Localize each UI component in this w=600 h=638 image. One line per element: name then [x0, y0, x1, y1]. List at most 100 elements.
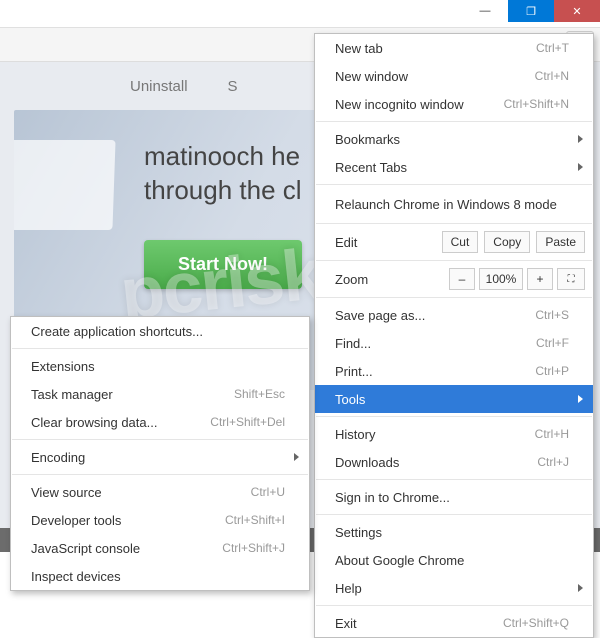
shortcut: Ctrl+S: [535, 308, 569, 322]
menu-exit[interactable]: Exit Ctrl+Shift+Q: [315, 609, 593, 637]
menu-save-page[interactable]: Save page as... Ctrl+S: [315, 301, 593, 329]
shortcut: Ctrl+Shift+Del: [210, 415, 285, 429]
menu-separator: [316, 605, 592, 606]
shortcut: Ctrl+N: [535, 69, 569, 83]
menu-find[interactable]: Find... Ctrl+F: [315, 329, 593, 357]
label: Bookmarks: [335, 132, 400, 147]
label: Help: [335, 581, 362, 596]
label: Task manager: [31, 387, 113, 402]
label: Tools: [335, 392, 365, 407]
menu-separator: [316, 260, 592, 261]
menu-print[interactable]: Print... Ctrl+P: [315, 357, 593, 385]
label: Exit: [335, 616, 357, 631]
shortcut: Ctrl+Shift+I: [225, 513, 285, 527]
edit-paste-button[interactable]: Paste: [536, 231, 585, 253]
nav-item[interactable]: S: [228, 78, 238, 95]
menu-tools[interactable]: Tools: [315, 385, 593, 413]
zoom-out-button[interactable]: –: [449, 268, 475, 290]
menu-downloads[interactable]: Downloads Ctrl+J: [315, 448, 593, 476]
nav-uninstall[interactable]: Uninstall: [130, 78, 188, 95]
menu-history[interactable]: History Ctrl+H: [315, 420, 593, 448]
shortcut: Ctrl+Shift+Q: [503, 616, 569, 630]
chevron-right-icon: [578, 135, 583, 143]
menu-bookmarks[interactable]: Bookmarks: [315, 125, 593, 153]
menu-recent-tabs[interactable]: Recent Tabs: [315, 153, 593, 181]
chrome-main-menu: New tabCtrl+T New window Ctrl+N New incog…: [314, 33, 594, 638]
label: Encoding: [31, 450, 85, 465]
chevron-right-icon: [578, 395, 583, 403]
label: Clear browsing data...: [31, 415, 157, 430]
submenu-inspect-devices[interactable]: Inspect devices: [11, 562, 309, 590]
menu-separator: [316, 297, 592, 298]
hero-line2: through the cl: [144, 174, 302, 208]
shortcut: Ctrl+Shift+J: [222, 541, 285, 555]
label: Zoom: [335, 272, 445, 287]
menu-edit-row: Edit Cut Copy Paste: [315, 227, 593, 257]
window-titlebar: — ❐ ✕: [0, 0, 600, 28]
label: Create application shortcuts...: [31, 324, 203, 339]
shortcut: Ctrl+F: [536, 336, 569, 350]
menu-separator: [12, 474, 308, 475]
label: History: [335, 427, 375, 442]
menu-incognito[interactable]: New incognito window Ctrl+Shift+N: [315, 90, 593, 118]
label: Edit: [335, 235, 436, 250]
label: Sign in to Chrome...: [335, 490, 450, 505]
edit-copy-button[interactable]: Copy: [484, 231, 530, 253]
menu-about[interactable]: About Google Chrome: [315, 546, 593, 574]
label: Recent Tabs: [335, 160, 407, 175]
label: Print...: [335, 364, 373, 379]
label: New window: [335, 69, 408, 84]
start-now-button[interactable]: Start Now!: [144, 240, 302, 289]
shortcut: Ctrl+P: [535, 364, 569, 378]
menu-separator: [316, 223, 592, 224]
chevron-right-icon: [578, 163, 583, 171]
submenu-task-manager[interactable]: Task manager Shift+Esc: [11, 380, 309, 408]
tools-submenu: Create application shortcuts... Extensio…: [10, 316, 310, 591]
label: About Google Chrome: [335, 553, 464, 568]
hero-line1: matinooch he: [144, 140, 302, 174]
chevron-right-icon: [294, 453, 299, 461]
window-close-button[interactable]: ✕: [554, 0, 600, 22]
shortcut: Ctrl+U: [251, 485, 285, 499]
submenu-devtools[interactable]: Developer toolsCtrl+Shift+I: [11, 506, 309, 534]
menu-separator: [12, 439, 308, 440]
menu-separator: [316, 184, 592, 185]
menu-new-window[interactable]: New window Ctrl+N: [315, 62, 593, 90]
zoom-in-button[interactable]: +: [527, 268, 553, 290]
menu-new-tab[interactable]: New tabCtrl+T: [315, 34, 593, 62]
submenu-js-console[interactable]: JavaScript consoleCtrl+Shift+J: [11, 534, 309, 562]
edit-cut-button[interactable]: Cut: [442, 231, 479, 253]
submenu-create-shortcuts[interactable]: Create application shortcuts...: [11, 317, 309, 345]
shortcut: Ctrl+J: [537, 455, 569, 469]
menu-separator: [12, 348, 308, 349]
menu-relaunch-win8[interactable]: Relaunch Chrome in Windows 8 mode: [315, 188, 593, 220]
menu-separator: [316, 121, 592, 122]
window-minimize-button[interactable]: —: [462, 0, 508, 22]
label: New tab: [335, 41, 383, 56]
label: View source: [31, 485, 102, 500]
menu-separator: [316, 479, 592, 480]
submenu-encoding[interactable]: Encoding: [11, 443, 309, 471]
shortcut: Ctrl+H: [535, 427, 569, 441]
label: Find...: [335, 336, 371, 351]
submenu-view-source[interactable]: View source Ctrl+U: [11, 478, 309, 506]
submenu-clear-data[interactable]: Clear browsing data... Ctrl+Shift+Del: [11, 408, 309, 436]
hero-headline: matinooch he through the cl: [144, 140, 302, 208]
zoom-percent: 100%: [479, 268, 523, 290]
label: Relaunch Chrome in Windows 8 mode: [335, 197, 557, 212]
menu-help[interactable]: Help: [315, 574, 593, 602]
label: Downloads: [335, 455, 399, 470]
shortcut: Ctrl+Shift+N: [504, 97, 569, 111]
label: New incognito window: [335, 97, 464, 112]
menu-signin[interactable]: Sign in to Chrome...: [315, 483, 593, 511]
window-maximize-button[interactable]: ❐: [508, 0, 554, 22]
label: Settings: [335, 525, 382, 540]
menu-zoom-row: Zoom – 100% + ⛶: [315, 264, 593, 294]
menu-settings[interactable]: Settings: [315, 518, 593, 546]
label: Save page as...: [335, 308, 425, 323]
menu-separator: [316, 416, 592, 417]
submenu-extensions[interactable]: Extensions: [11, 352, 309, 380]
shortcut: Shift+Esc: [234, 387, 285, 401]
label: Inspect devices: [31, 569, 121, 584]
fullscreen-button[interactable]: ⛶: [557, 268, 585, 290]
